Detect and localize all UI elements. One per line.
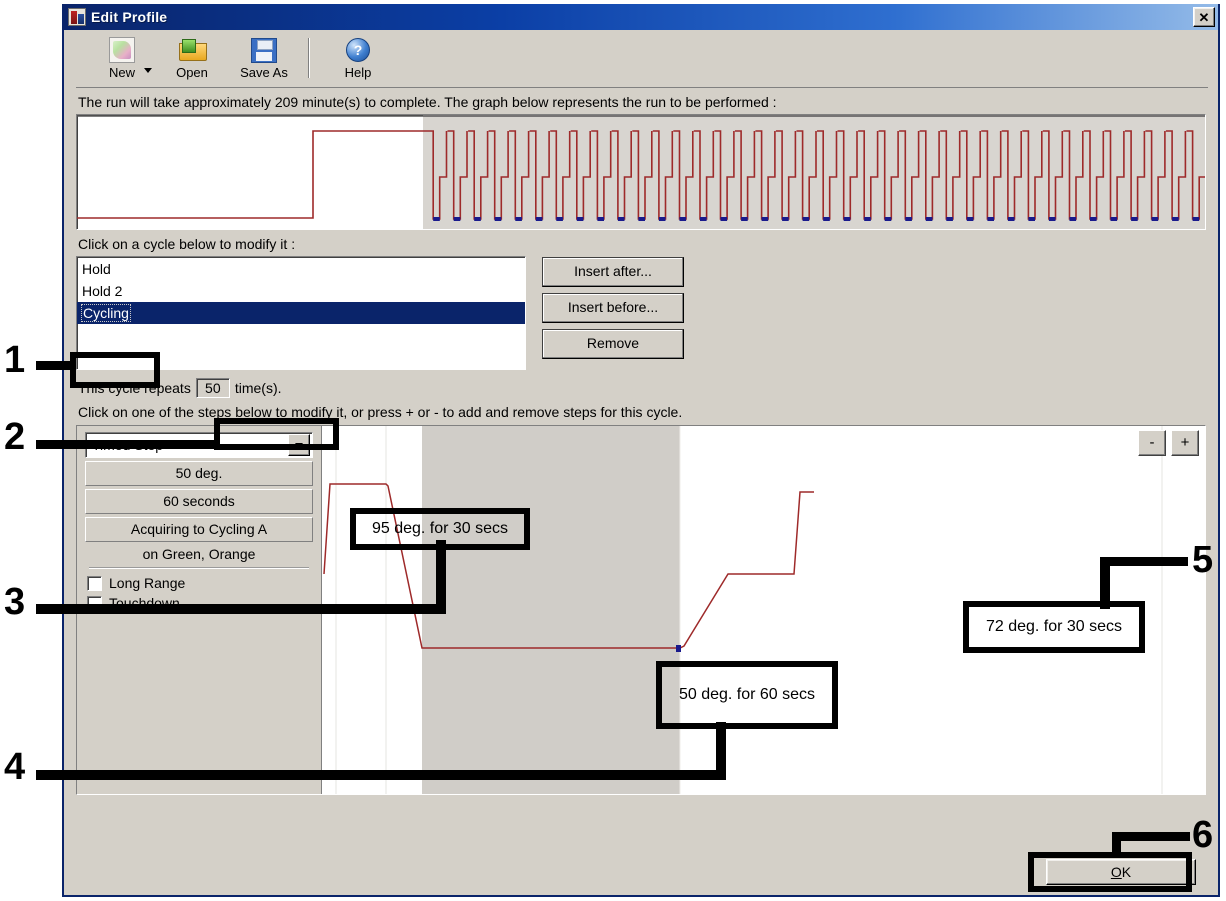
new-profile-icon <box>109 36 135 64</box>
annotation-2: 2 <box>4 416 26 458</box>
repeat-prefix-label: This cycle repeats <box>78 380 191 396</box>
steps-prompt: Click on one of the steps below to modif… <box>78 404 683 420</box>
step-temperature-button[interactable]: 50 deg. <box>85 461 313 486</box>
step-duration-button[interactable]: 60 seconds <box>85 489 313 514</box>
remove-step-button[interactable]: - <box>1138 430 1166 456</box>
save-as-button[interactable]: Save As <box>228 36 300 80</box>
ok-button-rest: K <box>1121 864 1132 880</box>
long-range-label: Long Range <box>109 575 186 591</box>
window-titlebar: Edit Profile ✕ <box>64 4 1218 30</box>
open-button-label: Open <box>176 65 208 80</box>
close-icon[interactable]: ✕ <box>1193 7 1215 27</box>
step-count-controls: - + <box>1138 430 1199 456</box>
cycle-list-item-hold-2[interactable]: Hold 2 <box>77 280 525 302</box>
touchdown-checkbox[interactable] <box>87 595 102 611</box>
repeat-count-input[interactable]: 50 <box>195 378 230 398</box>
annotation-3: 3 <box>4 581 26 623</box>
callout-95-deg: 95 deg. for 30 secs <box>350 508 530 550</box>
long-range-checkbox[interactable] <box>87 575 102 591</box>
open-button[interactable]: Open <box>156 36 228 80</box>
help-button-label: Help <box>344 65 372 80</box>
new-button-label: New <box>108 65 135 80</box>
cycle-item-label: Cycling <box>81 304 131 322</box>
toolbar-bottom-rule <box>76 87 1208 88</box>
annotation-1: 1 <box>4 339 26 381</box>
remove-button[interactable]: Remove <box>542 329 684 359</box>
new-button[interactable]: New <box>86 36 158 80</box>
profile-icon <box>68 8 86 26</box>
touchdown-checkbox-row[interactable]: Touchdown <box>87 595 313 611</box>
touchdown-label: Touchdown <box>109 595 180 611</box>
repeat-suffix-label: time(s). <box>234 380 282 396</box>
callout-50-deg: 50 deg. for 60 secs <box>656 661 838 729</box>
annotation-4: 4 <box>4 746 26 788</box>
cycle-item-label: Hold <box>82 261 111 277</box>
cycle-list[interactable]: Hold Hold 2 Cycling <box>76 256 526 370</box>
chevron-down-icon[interactable] <box>288 434 310 456</box>
cycle-section: Hold Hold 2 Cycling Insert after... Inse… <box>76 256 1206 370</box>
ok-button[interactable]: OK <box>1046 859 1196 885</box>
run-summary-text: The run will take approximately 209 minu… <box>78 94 777 110</box>
step-channels-label: on Green, Orange <box>142 546 256 562</box>
help-question-icon: ? <box>346 36 370 64</box>
run-overview-graph <box>76 114 1206 230</box>
cycle-list-prompt: Click on a cycle below to modify it : <box>78 236 296 252</box>
toolbar-divider <box>308 38 310 78</box>
callout-72-deg: 72 deg. for 30 secs <box>963 601 1145 653</box>
add-step-button[interactable]: + <box>1171 430 1199 456</box>
step-acquiring-button[interactable]: Acquiring to Cycling A <box>85 517 313 542</box>
insert-before-button[interactable]: Insert before... <box>542 293 684 323</box>
dialog-content: The run will take approximately 209 minu… <box>64 94 1218 795</box>
step-type-select[interactable]: Timed Step <box>85 432 313 458</box>
cycle-action-buttons: Insert after... Insert before... Remove <box>542 256 684 359</box>
ok-accel-letter: O <box>1110 864 1122 880</box>
cycle-repeat-row: This cycle repeats 50 time(s). <box>78 378 1206 398</box>
toolbar: New Open Save As ? Help <box>64 30 1218 88</box>
open-folder-icon <box>179 36 207 64</box>
save-as-button-label: Save As <box>240 65 288 80</box>
step-properties-panel: Timed Step 50 deg. 60 seconds Acquiring … <box>77 426 321 794</box>
step-type-value: Timed Step <box>92 437 164 453</box>
insert-after-button[interactable]: Insert after... <box>542 257 684 287</box>
help-button[interactable]: ? Help <box>322 36 394 80</box>
window-title: Edit Profile <box>91 9 168 25</box>
floppy-disk-icon <box>251 36 277 64</box>
cycle-list-item-hold[interactable]: Hold <box>77 258 525 280</box>
panel-divider <box>89 567 309 569</box>
edit-profile-window: Edit Profile ✕ New Open Save As ? Help T… <box>62 4 1220 897</box>
cycle-list-item-cycling[interactable]: Cycling <box>77 302 525 324</box>
run-overview-svg <box>77 115 1205 229</box>
cycle-item-label: Hold 2 <box>82 283 123 299</box>
long-range-checkbox-row[interactable]: Long Range <box>87 575 313 591</box>
chevron-down-icon[interactable] <box>144 67 152 73</box>
screenshot-root: Edit Profile ✕ New Open Save As ? Help T… <box>0 0 1226 901</box>
